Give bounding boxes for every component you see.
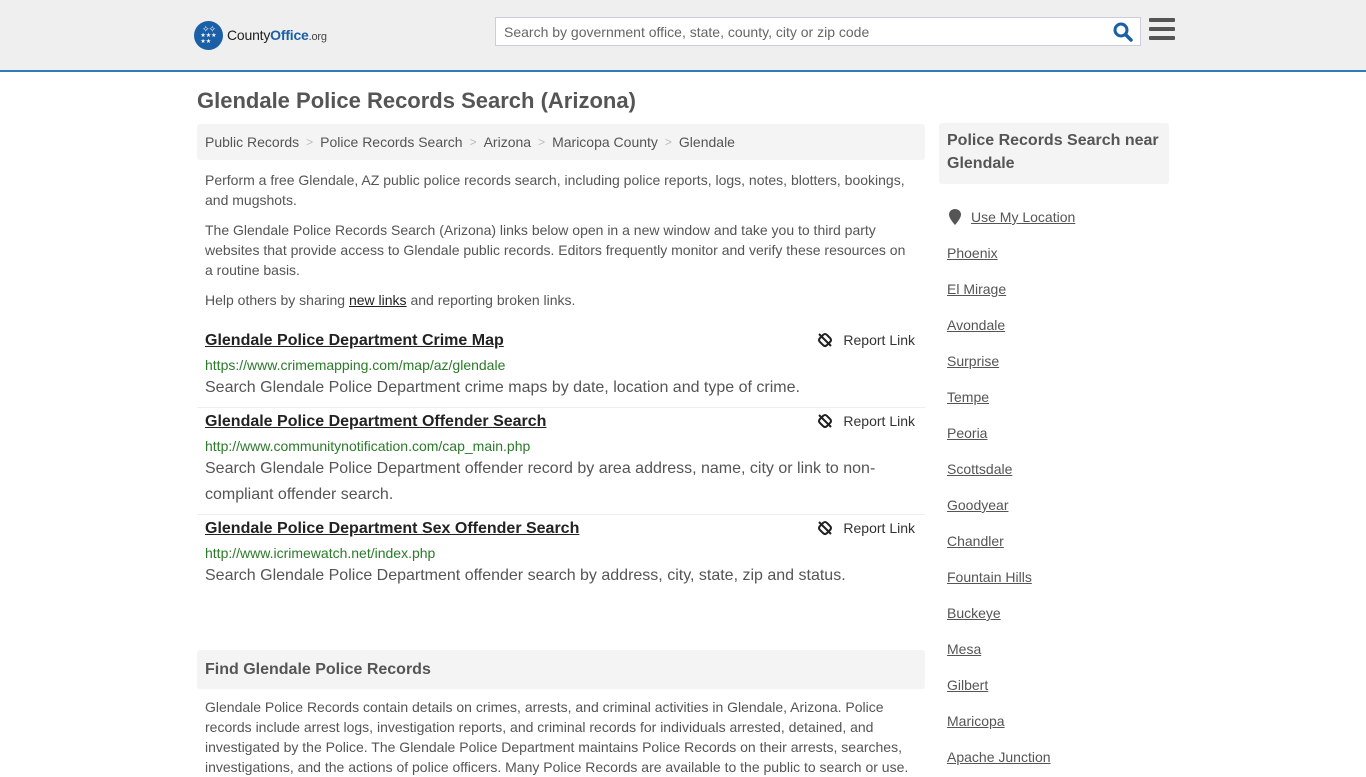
intro-paragraph-2: The Glendale Police Records Search (Ariz…	[205, 222, 906, 278]
site-logo[interactable]: ✧✧ ★★★ ★★ CountyOffice.org	[194, 20, 327, 50]
city-link[interactable]: El Mirage	[947, 281, 1006, 297]
city-link[interactable]: Mesa	[947, 641, 981, 657]
intro-text: Perform a free Glendale, AZ public polic…	[205, 170, 917, 320]
result-title-link[interactable]: Glendale Police Department Sex Offender …	[205, 519, 579, 539]
report-link-label: Report Link	[843, 520, 915, 536]
search-bar	[495, 17, 1141, 46]
search-input[interactable]	[496, 18, 1096, 45]
city-link[interactable]: Chandler	[947, 533, 1004, 549]
intro-text-before: Help others by sharing	[205, 292, 349, 308]
breadcrumb-maricopa-county[interactable]: Maricopa County	[552, 134, 658, 150]
breadcrumb-glendale[interactable]: Glendale	[679, 134, 735, 150]
nearby-cities-list: Use My Location Phoenix El Mirage Avonda…	[947, 199, 1169, 775]
menu-bar-icon	[1149, 27, 1175, 31]
result-item: Glendale Police Department Offender Sear…	[197, 408, 925, 515]
city-link[interactable]: Scottsdale	[947, 461, 1012, 477]
city-item: Fountain Hills	[947, 559, 1169, 595]
breadcrumb-separator: >	[538, 135, 546, 149]
intro-text-after: and reporting broken links.	[406, 292, 576, 308]
result-title-link[interactable]: Glendale Police Department Crime Map	[205, 331, 504, 351]
city-link[interactable]: Surprise	[947, 353, 999, 369]
result-url[interactable]: https://www.crimemapping.com/map/az/glen…	[205, 356, 917, 374]
city-link[interactable]: Gilbert	[947, 677, 988, 693]
breadcrumb-arizona[interactable]: Arizona	[484, 134, 531, 150]
result-description: Search Glendale Police Department offend…	[205, 567, 846, 584]
city-item: Surprise	[947, 343, 1169, 379]
find-section-header: Find Glendale Police Records	[197, 650, 925, 689]
find-section-text: Glendale Police Records contain details …	[205, 699, 909, 775]
city-item: Peoria	[947, 415, 1169, 451]
city-item: Apache Junction	[947, 739, 1169, 775]
eagle-stars-icon: ✧✧ ★★★ ★★	[194, 20, 223, 50]
city-item: Chandler	[947, 523, 1169, 559]
breadcrumb-public-records[interactable]: Public Records	[205, 134, 299, 150]
broken-link-icon	[818, 414, 833, 428]
broken-link-icon	[818, 333, 833, 347]
result-item: Glendale Police Department Sex Offender …	[197, 515, 925, 595]
breadcrumb-separator: >	[664, 135, 672, 149]
find-section-title: Find Glendale Police Records	[205, 660, 431, 678]
page-title: Glendale Police Records Search (Arizona)	[197, 88, 636, 113]
menu-bar-icon	[1149, 18, 1175, 22]
search-button[interactable]	[1112, 21, 1134, 43]
city-item: Scottsdale	[947, 451, 1169, 487]
report-link-button[interactable]: Report Link	[817, 413, 915, 429]
city-link[interactable]: Apache Junction	[947, 749, 1051, 765]
sidebar-title: Police Records Search near Glendale	[939, 123, 1169, 184]
use-location-item: Use My Location	[947, 199, 1169, 235]
city-link[interactable]: Avondale	[947, 317, 1005, 333]
menu-bar-icon	[1149, 36, 1175, 40]
broken-link-icon	[818, 521, 833, 535]
city-item: Gilbert	[947, 667, 1169, 703]
breadcrumb-police-records-search[interactable]: Police Records Search	[320, 134, 462, 150]
city-link[interactable]: Maricopa	[947, 713, 1005, 729]
city-link[interactable]: Fountain Hills	[947, 569, 1032, 585]
search-icon	[1113, 22, 1133, 42]
logo-text-org: .org	[308, 31, 327, 43]
breadcrumb-separator: >	[306, 135, 314, 149]
city-item: Phoenix	[947, 235, 1169, 271]
breadcrumb-separator: >	[469, 135, 477, 149]
city-link[interactable]: Tempe	[947, 389, 989, 405]
city-item: El Mirage	[947, 271, 1169, 307]
results-list: Glendale Police Department Crime Map Rep…	[197, 327, 925, 595]
result-title-link[interactable]: Glendale Police Department Offender Sear…	[205, 412, 546, 432]
top-header: ✧✧ ★★★ ★★ CountyOffice.org	[0, 0, 1366, 72]
result-description: Search Glendale Police Department crime …	[205, 379, 800, 396]
new-links-link[interactable]: new links	[349, 292, 407, 308]
result-description: Search Glendale Police Department offend…	[205, 460, 876, 503]
map-pin-icon	[949, 209, 961, 225]
city-item: Goodyear	[947, 487, 1169, 523]
report-link-label: Report Link	[843, 413, 915, 429]
result-url[interactable]: http://www.communitynotification.com/cap…	[205, 437, 917, 455]
report-link-button[interactable]: Report Link	[817, 332, 915, 348]
city-link[interactable]: Buckeye	[947, 605, 1001, 621]
result-item: Glendale Police Department Crime Map Rep…	[197, 327, 925, 408]
logo-text: CountyOffice.org	[227, 27, 327, 43]
intro-paragraph-1: Perform a free Glendale, AZ public polic…	[205, 172, 905, 208]
city-item: Maricopa	[947, 703, 1169, 739]
city-item: Mesa	[947, 631, 1169, 667]
city-item: Tempe	[947, 379, 1169, 415]
city-link[interactable]: Peoria	[947, 425, 987, 441]
hamburger-menu-button[interactable]	[1149, 18, 1175, 42]
city-item: Avondale	[947, 307, 1169, 343]
use-my-location-link[interactable]: Use My Location	[971, 209, 1075, 225]
report-link-label: Report Link	[843, 332, 915, 348]
city-item: Buckeye	[947, 595, 1169, 631]
breadcrumb: Public Records > Police Records Search >…	[197, 124, 925, 160]
city-link[interactable]: Phoenix	[947, 245, 998, 261]
logo-text-county: County	[227, 27, 271, 43]
report-link-button[interactable]: Report Link	[817, 520, 915, 536]
logo-text-office: Office	[270, 27, 309, 43]
result-url[interactable]: http://www.icrimewatch.net/index.php	[205, 544, 917, 562]
city-link[interactable]: Goodyear	[947, 497, 1008, 513]
intro-paragraph-3: Help others by sharing new links and rep…	[205, 290, 917, 310]
